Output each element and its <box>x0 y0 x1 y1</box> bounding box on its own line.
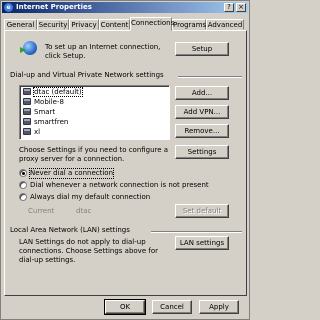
tab-programs[interactable]: Programs <box>172 19 206 30</box>
list-item[interactable]: smartfren <box>23 118 68 127</box>
apply-button[interactable]: Apply <box>199 300 239 314</box>
connection-icon <box>23 108 31 115</box>
lan-heading: Local Area Network (LAN) settings <box>10 226 130 234</box>
network-globe-icon <box>20 41 37 55</box>
separator <box>178 76 242 78</box>
setup-text: To set up an Internet connection, click … <box>45 43 161 60</box>
add-vpn-button[interactable]: Add VPN... <box>175 105 229 119</box>
current-label: Current <box>28 207 55 215</box>
never-dial-label[interactable]: Never dial a connection <box>28 168 115 179</box>
settings-button[interactable]: Settings <box>175 145 229 159</box>
tab-content[interactable]: Content <box>99 19 130 30</box>
connection-list[interactable]: dtac (default) Mobile-8 Smart smartfren … <box>19 85 170 140</box>
help-button[interactable]: ? <box>224 3 234 12</box>
close-button[interactable]: × <box>236 3 246 12</box>
cancel-button[interactable]: Cancel <box>152 300 192 314</box>
lan-text: LAN Settings do not apply to dial-up con… <box>19 238 158 264</box>
always-dial-label[interactable]: Always dial my default connection <box>30 193 150 202</box>
ie-icon: e <box>4 3 13 12</box>
set-default-button[interactable]: Set default <box>175 204 229 218</box>
tab-advanced[interactable]: Advanced <box>206 19 244 30</box>
always-dial-radio[interactable] <box>19 193 27 201</box>
connection-icon <box>23 128 31 135</box>
list-item[interactable]: Mobile-8 <box>23 98 64 107</box>
window-title: Internet Properties <box>16 3 92 11</box>
list-item[interactable]: Smart <box>23 108 55 117</box>
tab-privacy[interactable]: Privacy <box>69 19 99 30</box>
internet-properties-dialog: e Internet Properties ? × General Securi… <box>0 0 250 320</box>
proxy-text: Choose Settings if you need to configure… <box>19 146 169 163</box>
lan-settings-button[interactable]: LAN settings <box>175 236 229 250</box>
dialup-heading: Dial-up and Virtual Private Network sett… <box>10 71 164 79</box>
connections-panel: To set up an Internet connection, click … <box>4 30 247 296</box>
list-item[interactable]: xl <box>23 128 40 137</box>
title-bar[interactable]: e Internet Properties ? × <box>2 2 248 13</box>
connection-icon <box>23 88 31 95</box>
current-value: dtac <box>76 207 92 215</box>
list-item[interactable]: dtac (default) <box>23 87 83 97</box>
connection-icon <box>23 98 31 105</box>
setup-button[interactable]: Setup <box>175 42 229 56</box>
never-dial-radio[interactable] <box>19 169 27 177</box>
add-button[interactable]: Add... <box>175 86 229 100</box>
dial-when-needed-label[interactable]: Dial whenever a network connection is no… <box>30 181 209 190</box>
tab-security[interactable]: Security <box>37 19 69 30</box>
tab-connections[interactable]: Connections <box>130 17 174 31</box>
remove-button[interactable]: Remove... <box>175 124 229 138</box>
separator <box>151 231 242 233</box>
tab-general[interactable]: General <box>4 19 37 30</box>
connection-icon <box>23 118 31 125</box>
ok-button[interactable]: OK <box>104 299 146 315</box>
dial-when-needed-radio[interactable] <box>19 181 27 189</box>
